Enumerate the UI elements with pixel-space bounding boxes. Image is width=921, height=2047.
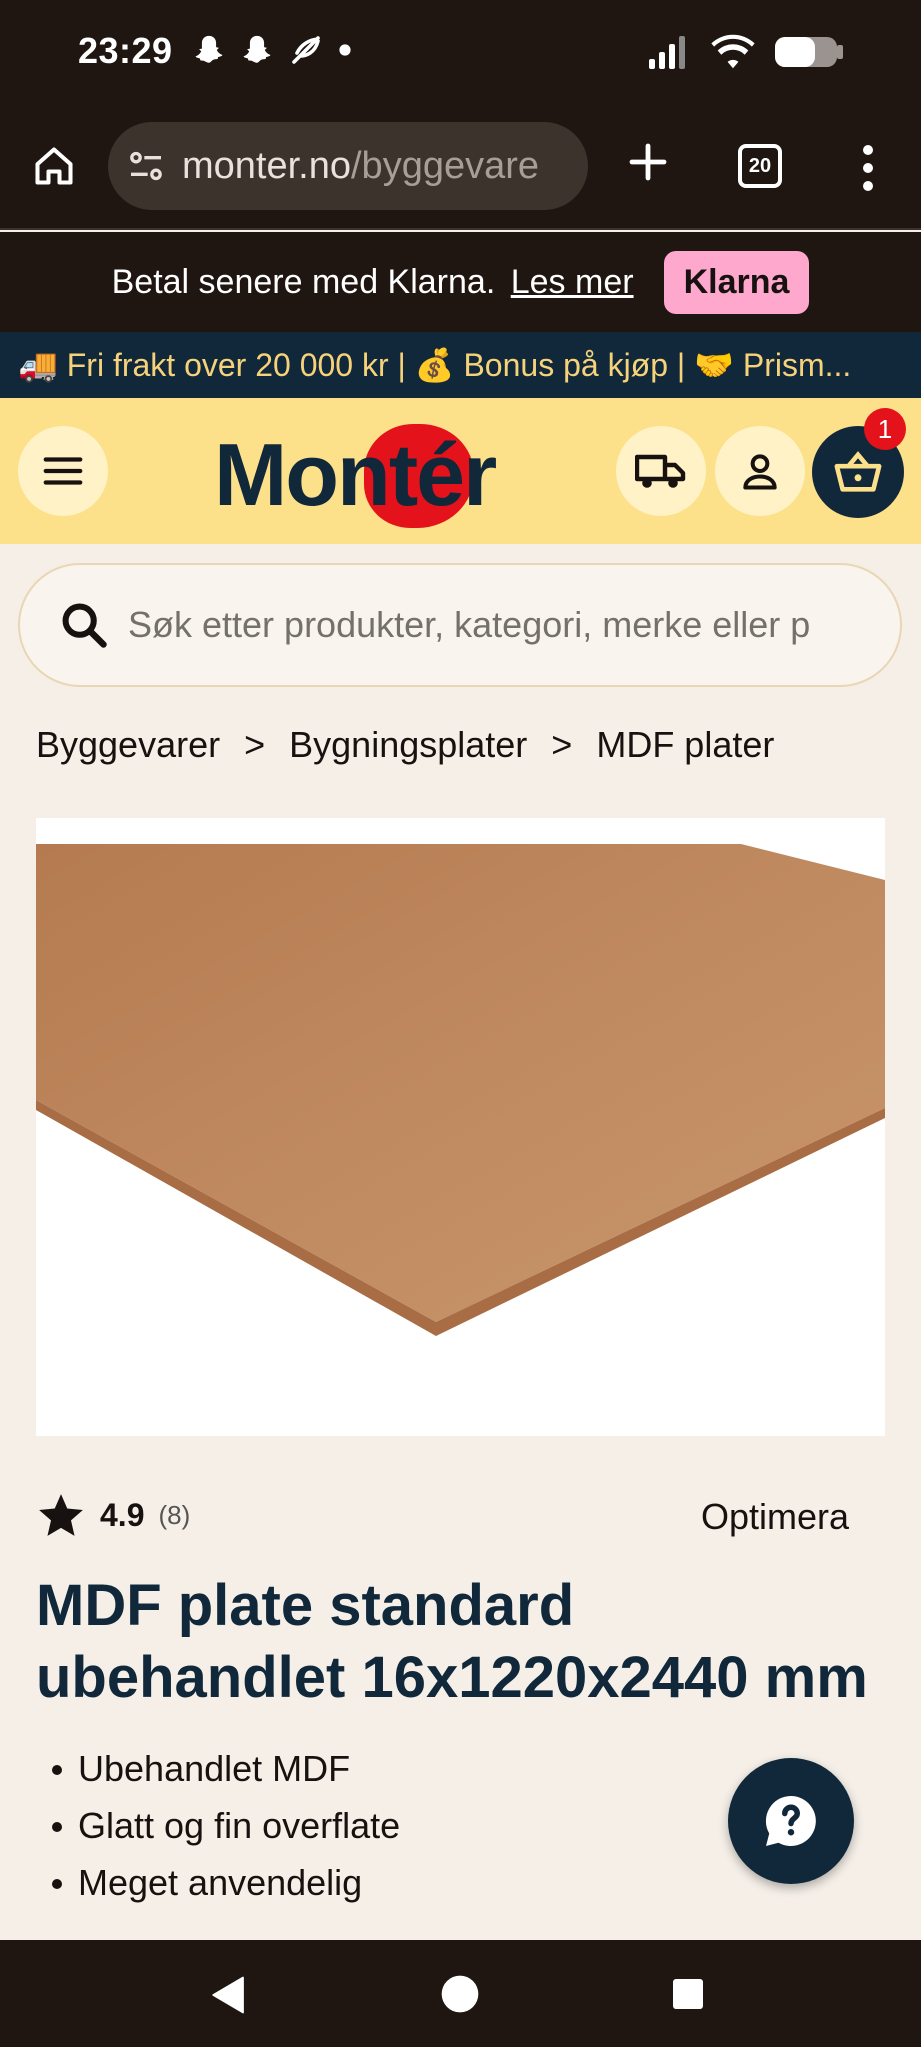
hamburger-menu-button[interactable] <box>18 426 108 516</box>
home-nav-icon[interactable] <box>440 1974 480 2014</box>
chat-help-button[interactable] <box>728 1758 854 1884</box>
more-menu-icon[interactable] <box>858 144 878 192</box>
url-text: monter.no/byggevare <box>182 145 572 188</box>
breadcrumb-item-mdf-plater[interactable]: MDF plater <box>596 724 774 766</box>
klarna-logo: Klarna <box>663 250 810 314</box>
tab-switcher-button[interactable]: 20 <box>738 144 782 188</box>
product-brand[interactable]: Optimera <box>701 1496 849 1538</box>
feature-item: Glatt og fin overflate <box>51 1797 400 1854</box>
breadcrumb-item-byggevarer[interactable]: Byggevarer <box>36 724 220 766</box>
product-rating[interactable]: 4.9 (8) <box>36 1490 190 1540</box>
site-settings-icon[interactable] <box>126 146 166 186</box>
snapchat-icon <box>195 35 223 63</box>
status-bar: 23:29 <box>0 0 921 108</box>
feature-item: Meget anvendelig <box>51 1854 400 1911</box>
recents-icon[interactable] <box>670 1976 706 2012</box>
android-nav-bar <box>0 1940 921 2047</box>
browser-toolbar: monter.no/byggevare 20 <box>0 108 921 230</box>
wifi-icon <box>711 34 755 69</box>
home-icon[interactable] <box>32 144 76 188</box>
basket-icon <box>834 451 882 492</box>
chat-question-icon <box>765 1795 816 1846</box>
search-icon <box>62 603 107 648</box>
status-time: 23:29 <box>78 30 173 71</box>
battery-icon <box>775 37 843 67</box>
cart-count-badge: 1 <box>864 408 906 450</box>
hamburger-icon <box>43 457 83 485</box>
klarna-text: Betal senere med Klarna. Les mer <box>112 263 634 302</box>
rating-value: 4.9 <box>100 1496 145 1533</box>
mdf-board-image <box>36 844 885 1336</box>
dot-icon <box>339 44 351 56</box>
signal-icon <box>649 36 685 69</box>
address-bar[interactable]: monter.no/byggevare <box>108 122 588 210</box>
breadcrumb-separator: > <box>244 724 266 765</box>
logo-text: Montér <box>214 425 497 524</box>
feather-icon <box>292 36 320 64</box>
url-path: /byggevare <box>351 144 540 187</box>
product-title: MDF plate standard ubehandlet 16x1220x24… <box>36 1573 868 1710</box>
notification-icons <box>192 32 352 68</box>
klarna-message: Betal senere med Klarna. <box>111 262 496 301</box>
back-icon[interactable] <box>208 1974 250 2016</box>
tab-count: 20 <box>748 154 772 177</box>
promo-ticker[interactable]: 🚚 Fri frakt over 20 000 kr | 💰 Bonus på … <box>0 332 921 398</box>
new-tab-icon[interactable] <box>624 138 672 186</box>
product-image[interactable] <box>36 818 885 1436</box>
feature-item: Ubehandlet MDF <box>51 1740 400 1797</box>
account-button[interactable] <box>715 426 805 516</box>
klarna-banner: Betal senere med Klarna. Les mer Klarna <box>0 232 921 332</box>
monter-logo[interactable]: Montér <box>214 424 504 528</box>
breadcrumb: Byggevarer > Bygningsplater > MDF plater <box>36 724 774 766</box>
user-icon <box>743 454 777 490</box>
breadcrumb-separator: > <box>551 724 573 765</box>
truck-icon <box>635 454 686 488</box>
delivery-button[interactable] <box>616 426 706 516</box>
klarna-read-more-link[interactable]: Les mer <box>511 263 634 301</box>
system-status-icons <box>647 34 845 70</box>
rating-count: (8) <box>158 1499 191 1530</box>
feature-list: Ubehandlet MDF Glatt og fin overflate Me… <box>51 1740 400 1911</box>
search-bar[interactable] <box>18 563 902 687</box>
url-host: monter.no <box>182 144 351 187</box>
snapchat-icon <box>243 35 271 63</box>
site-header: Montér <box>0 398 921 544</box>
breadcrumb-item-bygningsplater[interactable]: Bygningsplater <box>289 724 527 766</box>
search-input[interactable] <box>128 604 888 646</box>
star-icon <box>39 1494 83 1536</box>
